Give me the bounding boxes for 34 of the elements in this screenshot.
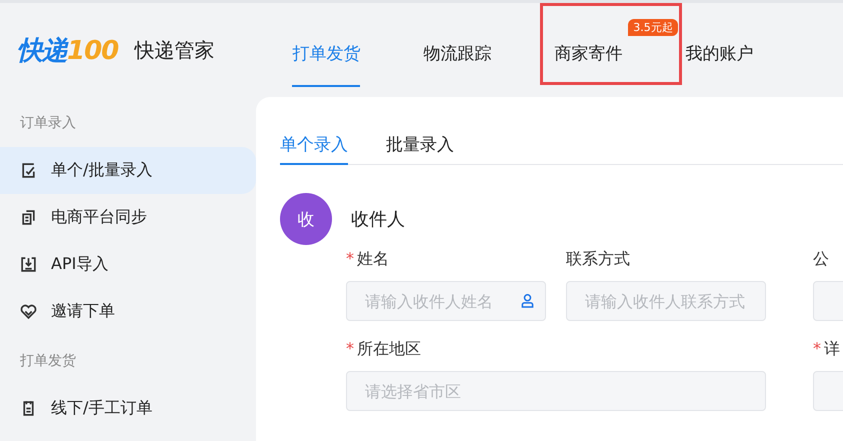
section-title: 收件人 xyxy=(351,208,405,231)
field-label: 姓名 xyxy=(357,249,389,270)
sidebar-item[interactable]: 单个/批量录入 xyxy=(0,147,256,194)
field-label: 公 xyxy=(813,249,829,270)
section-heading: 打单发货 xyxy=(19,352,77,371)
download-icon xyxy=(20,256,37,273)
nav-tab[interactable]: 商家寄件 xyxy=(554,20,622,86)
person-icon xyxy=(521,293,534,308)
sidebar-item[interactable]: API导入 xyxy=(0,241,256,288)
section-heading: 订单录入 xyxy=(19,114,77,133)
field-label: 联系方式 xyxy=(566,249,630,270)
required-mark: * xyxy=(346,249,354,270)
copy-icon xyxy=(20,209,37,226)
sidebar-item[interactable]: 电商平台同步 xyxy=(0,194,256,241)
avatar: 收 xyxy=(280,193,332,245)
required-mark: * xyxy=(813,339,821,360)
input-field[interactable]: 请输入收件人联系方式 xyxy=(566,281,766,321)
field-label: 所在地区 xyxy=(357,339,421,360)
heart-icon xyxy=(20,303,37,320)
edit-icon xyxy=(20,162,37,179)
logo: 快递100 xyxy=(17,34,118,68)
required-mark: * xyxy=(346,339,354,360)
field-label: 详 xyxy=(824,339,840,360)
nav-tab[interactable]: 我的账户 xyxy=(685,20,754,86)
tab[interactable]: 批量录入 xyxy=(386,129,454,165)
sidebar-item[interactable]: 邀请下单 xyxy=(0,288,256,335)
tab[interactable]: 单个录入 xyxy=(280,129,348,165)
price-badge: 3.5元起 xyxy=(628,19,678,36)
nav-tab[interactable]: 物流跟踪 xyxy=(423,20,492,86)
product-name: 快递管家 xyxy=(134,36,214,64)
nav-tab[interactable]: 打单发货 xyxy=(292,20,360,86)
input-field[interactable]: 请输入收件人姓名 xyxy=(346,281,546,321)
sidebar-item[interactable]: 线下/手工订单 xyxy=(0,385,256,432)
input-field[interactable]: 请选择省市区 xyxy=(346,371,766,411)
